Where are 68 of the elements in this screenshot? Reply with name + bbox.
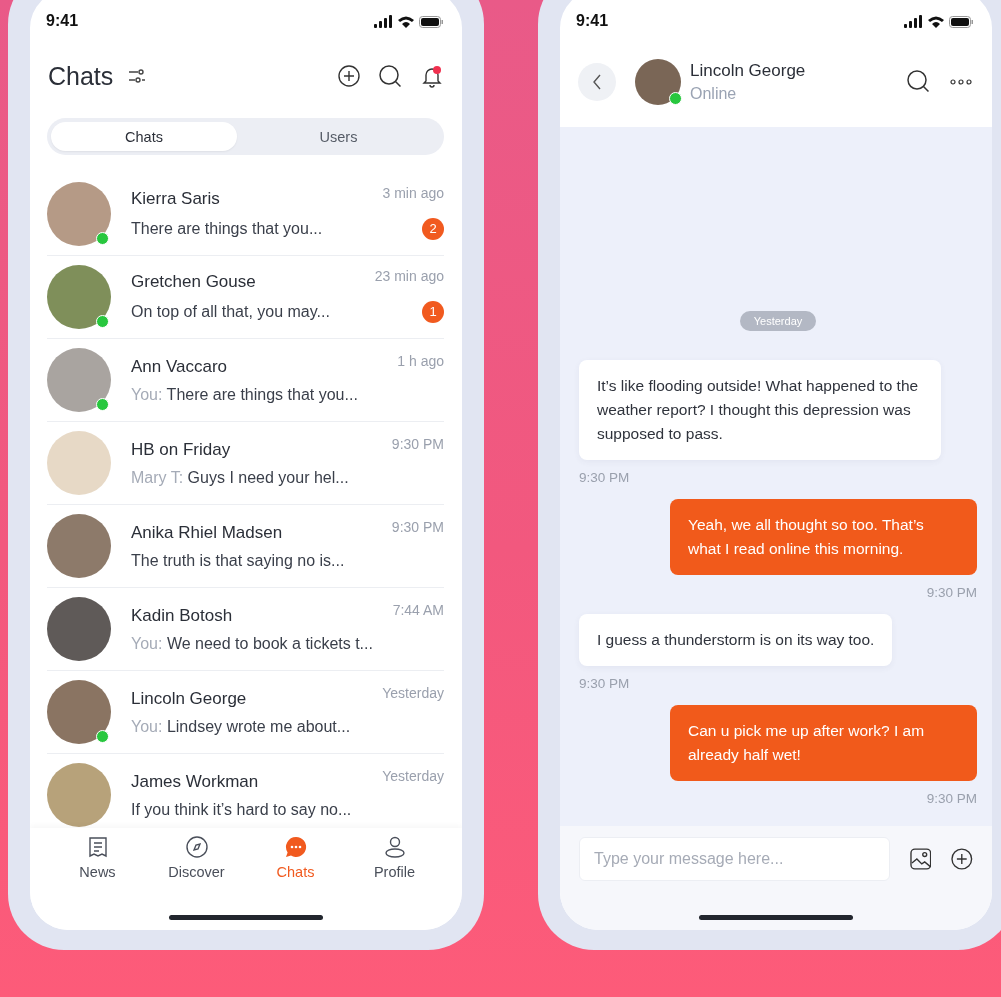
tab[interactable]: Users <box>237 122 440 151</box>
news-icon <box>87 836 108 858</box>
message-time: 9:30 PM <box>926 791 977 806</box>
contact-name: Gretchen Gouse <box>131 271 256 292</box>
signal-wifi-battery-icon <box>904 15 974 29</box>
unread-count-badge: 2 <box>422 217 444 240</box>
message-bubble: It’s like flooding outside! What happened to the weather report? I thought this depression was supposed to pass. <box>579 360 941 460</box>
chat-list-item[interactable]: Anika Rhiel Madsen 9:30 PM The truth is that saying no is... <box>47 505 444 588</box>
nav-tab[interactable]: Profile <box>345 836 444 880</box>
contact-name: HB on Friday <box>131 439 231 460</box>
message-time: Yesterday <box>382 767 444 784</box>
profile-icon <box>383 836 406 858</box>
message-preview: The truth is that saying no is... <box>131 551 345 570</box>
chat-bubble-icon <box>284 836 307 858</box>
search-icon[interactable] <box>907 70 930 93</box>
image-icon[interactable] <box>909 848 932 870</box>
filter-icon[interactable] <box>127 68 148 84</box>
add-icon[interactable] <box>338 65 360 87</box>
add-icon[interactable] <box>951 848 973 870</box>
message-time: 9:30 PM <box>391 518 444 535</box>
message-time: 9:30 PM <box>926 585 977 600</box>
unread-count-badge: 1 <box>422 300 444 323</box>
message-bubble: I guess a thunderstorm is on its way too. <box>579 614 893 666</box>
signal-wifi-battery-icon <box>374 15 444 29</box>
nav-tab[interactable]: News <box>48 836 147 880</box>
message-bubble: Can u pick me up after work? I am already half wet! <box>670 705 977 781</box>
message-time: 7:44 AM <box>392 601 444 618</box>
contact-name: Anika Rhiel Madsen <box>131 522 283 543</box>
message-preview: You: Lindsey wrote me about... <box>131 717 351 736</box>
message-preview: There are things that you... <box>131 219 323 238</box>
message-bubble: Yeah, we all thought so too. That’s what I read online this morning. <box>670 499 977 575</box>
chat-list-item[interactable]: Lincoln George Yesterday You: Lindsey wrote me about... <box>47 671 444 754</box>
contact-name: Kierra Saris <box>131 188 220 209</box>
contact-name: Lincoln George <box>690 60 806 81</box>
message-time: 9:30 PM <box>579 676 630 691</box>
chat-list-item[interactable]: Kierra Saris 3 min ago There are things that you... 2 <box>47 173 444 256</box>
message-time: Yesterday <box>382 684 444 701</box>
tab[interactable]: Chats <box>51 122 237 151</box>
message-time: 9:30 PM <box>579 470 630 485</box>
message-time: 23 min ago <box>374 267 444 284</box>
message-input-field[interactable]: Type your message here... <box>579 837 890 881</box>
screen-title: Chats <box>48 61 114 91</box>
chat-list-item[interactable]: Gretchen Gouse 23 min ago On top of all that, you may... 1 <box>47 256 444 339</box>
notification-bell-icon[interactable] <box>421 64 443 88</box>
contact-status: Online <box>690 84 738 103</box>
date-divider: Yesterday <box>739 311 817 331</box>
message-preview: You: There are things that you... <box>131 385 358 404</box>
contact-name: Lincoln George <box>131 688 247 709</box>
search-icon[interactable] <box>379 64 402 88</box>
status-time: 9:41 <box>46 12 79 30</box>
message-time: 9:30 PM <box>391 435 444 452</box>
chat-list-item[interactable]: HB on Friday 9:30 PM Mary T: Guys I need your hel... <box>47 422 444 505</box>
message-preview: On top of all that, you may... <box>131 302 330 321</box>
message-time: 1 h ago <box>397 352 444 369</box>
compass-icon <box>185 836 208 858</box>
message-preview: You: We need to book a tickets t... <box>131 634 373 653</box>
message-preview: Mary T: Guys I need your hel... <box>131 468 349 487</box>
message-time: 3 min ago <box>382 184 444 201</box>
contact-name: Kadin Botosh <box>131 605 233 626</box>
chat-list-item[interactable]: Kadin Botosh 7:44 AM You: We need to book a tickets t... <box>47 588 444 671</box>
status-time: 9:41 <box>576 12 609 30</box>
nav-tab[interactable]: Discover <box>147 836 246 880</box>
chevron-left-icon <box>592 73 602 90</box>
chat-list-item[interactable]: Ann Vaccaro 1 h ago You: There are things that you... <box>47 339 444 422</box>
message-preview: If you think it’s hard to say no... <box>131 800 352 819</box>
contact-name: James Workman <box>131 771 259 792</box>
more-options-icon[interactable] <box>950 78 972 85</box>
contact-name: Ann Vaccaro <box>131 356 228 377</box>
